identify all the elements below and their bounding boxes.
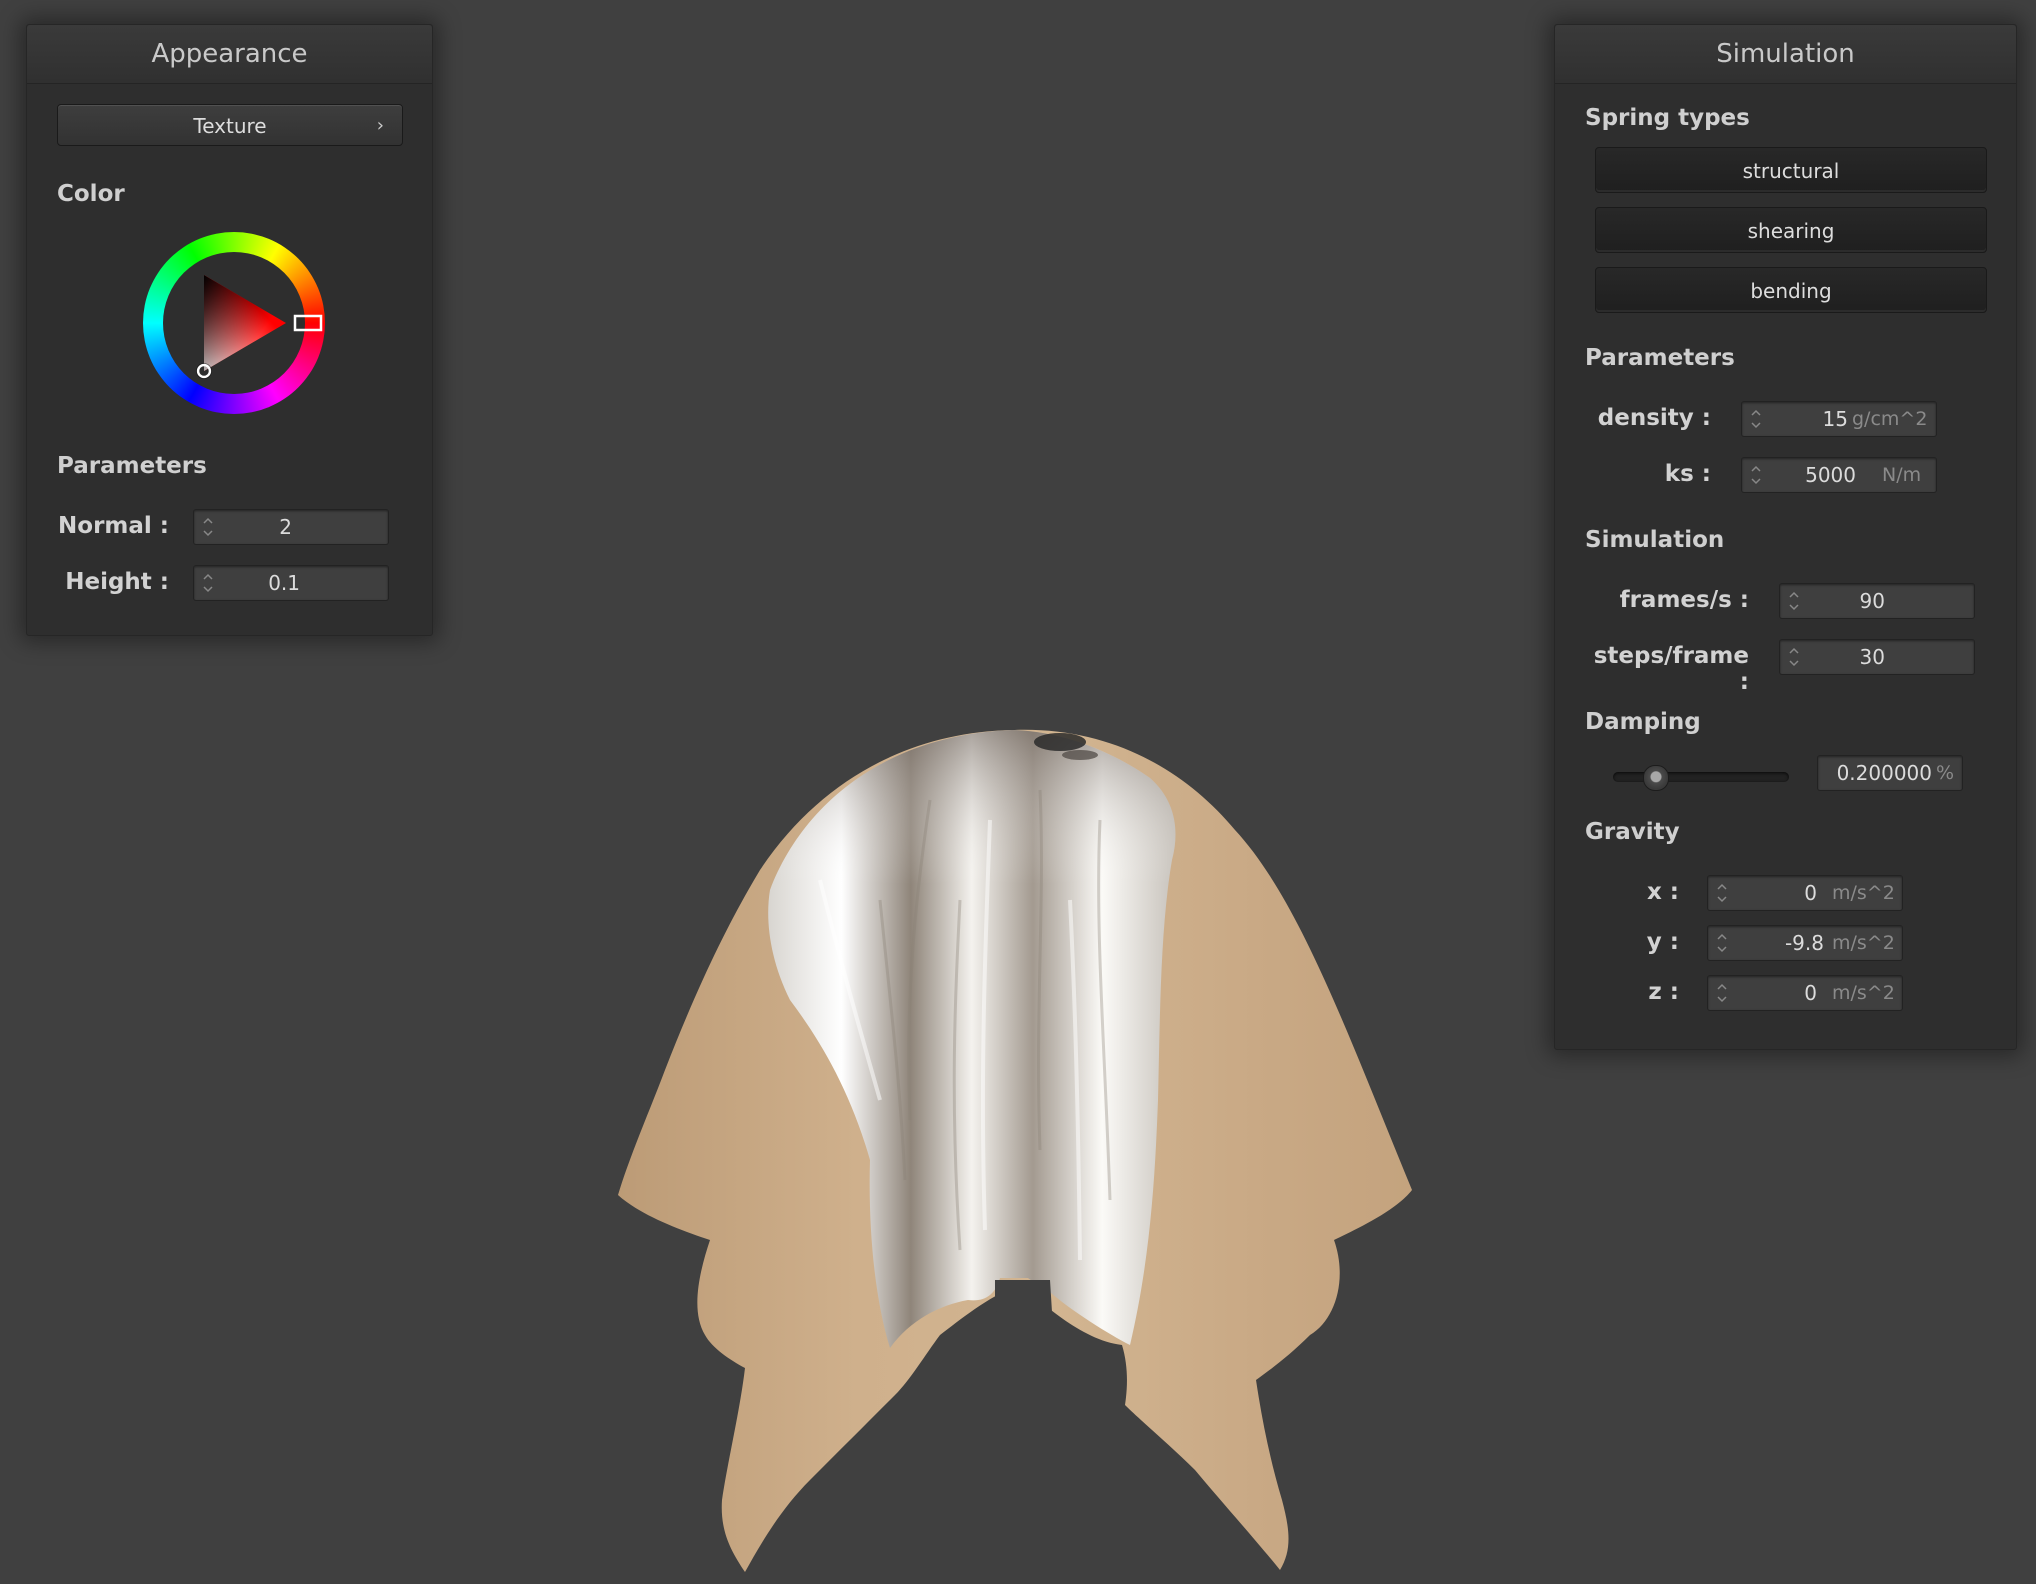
damping-label: Damping <box>1585 709 1701 735</box>
spin-arrows-icon[interactable] <box>1714 978 1730 1008</box>
frames-per-second-spinbox[interactable]: 90 <box>1779 583 1975 619</box>
density-unit: g/cm^2 <box>1852 408 1928 430</box>
gravity-y-unit: m/s^2 <box>1832 932 1895 954</box>
appearance-parameters-label: Parameters <box>57 453 207 479</box>
spring-structural-label: structural <box>1742 159 1840 183</box>
density-value: 15 <box>1822 407 1848 431</box>
appearance-panel: Appearance Texture › Color Parameters No… <box>26 24 433 636</box>
normal-spinbox[interactable]: 2 <box>193 509 389 545</box>
simulation-section-label: Simulation <box>1585 527 1725 553</box>
spin-arrows-icon[interactable] <box>200 512 216 542</box>
cloth-mesh <box>618 729 1412 1572</box>
simulation-parameters-label: Parameters <box>1585 345 1735 371</box>
spring-bending-label: bending <box>1750 279 1832 303</box>
height-label: Height : <box>65 569 169 595</box>
gravity-z-spinbox[interactable]: 0 m/s^2 <box>1707 975 1903 1011</box>
spin-arrows-icon[interactable] <box>1786 586 1802 616</box>
steps-per-frame-spinbox[interactable]: 30 <box>1779 639 1975 675</box>
spin-arrows-icon[interactable] <box>1714 878 1730 908</box>
steps-per-frame-value: 30 <box>1859 645 1885 669</box>
ks-unit: N/m <box>1882 464 1922 486</box>
color-wheel[interactable] <box>143 232 325 414</box>
color-label: Color <box>57 181 125 207</box>
damping-value-box[interactable]: 0.200000 % <box>1817 755 1963 791</box>
ks-label: ks : <box>1664 461 1711 487</box>
spin-arrows-icon[interactable] <box>1714 928 1730 958</box>
gravity-label: Gravity <box>1585 819 1680 845</box>
gravity-y-label: y : <box>1646 929 1679 955</box>
normal-label: Normal : <box>58 513 169 539</box>
damping-slider-handle[interactable] <box>1643 765 1669 791</box>
damping-slider-track[interactable] <box>1613 772 1789 782</box>
gravity-x-label: x : <box>1646 879 1679 905</box>
texture-button[interactable]: Texture › <box>57 104 403 146</box>
spring-shearing-button[interactable]: shearing <box>1595 207 1987 253</box>
density-spinbox[interactable]: 15 g/cm^2 <box>1741 401 1937 437</box>
ks-value: 5000 <box>1805 463 1856 487</box>
density-label: density : <box>1597 405 1711 431</box>
gravity-x-spinbox[interactable]: 0 m/s^2 <box>1707 875 1903 911</box>
gravity-z-label: z : <box>1648 979 1679 1005</box>
simulation-panel-title[interactable]: Simulation <box>1555 25 2016 84</box>
damping-unit: % <box>1936 762 1955 784</box>
hue-selector-handle[interactable] <box>293 314 323 332</box>
gravity-z-unit: m/s^2 <box>1832 982 1895 1004</box>
texture-button-label: Texture <box>193 114 267 138</box>
appearance-panel-title[interactable]: Appearance <box>27 25 432 84</box>
spin-arrows-icon[interactable] <box>1748 404 1764 434</box>
height-spinbox[interactable]: 0.1 <box>193 565 389 601</box>
damping-value: 0.200000 <box>1836 761 1932 785</box>
gravity-x-unit: m/s^2 <box>1832 882 1895 904</box>
saturation-value-triangle[interactable] <box>204 275 286 371</box>
spring-shearing-label: shearing <box>1747 219 1835 243</box>
spring-bending-button[interactable]: bending <box>1595 267 1987 313</box>
simulation-panel: Simulation Spring types structural shear… <box>1554 24 2017 1050</box>
gravity-y-value: -9.8 <box>1784 931 1824 955</box>
normal-value: 2 <box>279 515 292 539</box>
spin-arrows-icon[interactable] <box>1748 460 1764 490</box>
gravity-x-value: 0 <box>1804 881 1817 905</box>
ks-spinbox[interactable]: 5000 N/m <box>1741 457 1937 493</box>
gravity-y-spinbox[interactable]: -9.8 m/s^2 <box>1707 925 1903 961</box>
gravity-z-value: 0 <box>1804 981 1817 1005</box>
spring-types-label: Spring types <box>1585 105 1750 131</box>
height-value: 0.1 <box>268 571 300 595</box>
frames-per-second-label: frames/s : <box>1619 587 1749 613</box>
spring-structural-button[interactable]: structural <box>1595 147 1987 193</box>
chevron-right-icon: › <box>376 115 384 136</box>
steps-per-frame-label: steps/frame : <box>1593 643 1749 695</box>
spin-arrows-icon[interactable] <box>1786 642 1802 672</box>
frames-per-second-value: 90 <box>1859 589 1885 613</box>
spin-arrows-icon[interactable] <box>200 568 216 598</box>
damping-slider[interactable] <box>1613 765 1789 791</box>
